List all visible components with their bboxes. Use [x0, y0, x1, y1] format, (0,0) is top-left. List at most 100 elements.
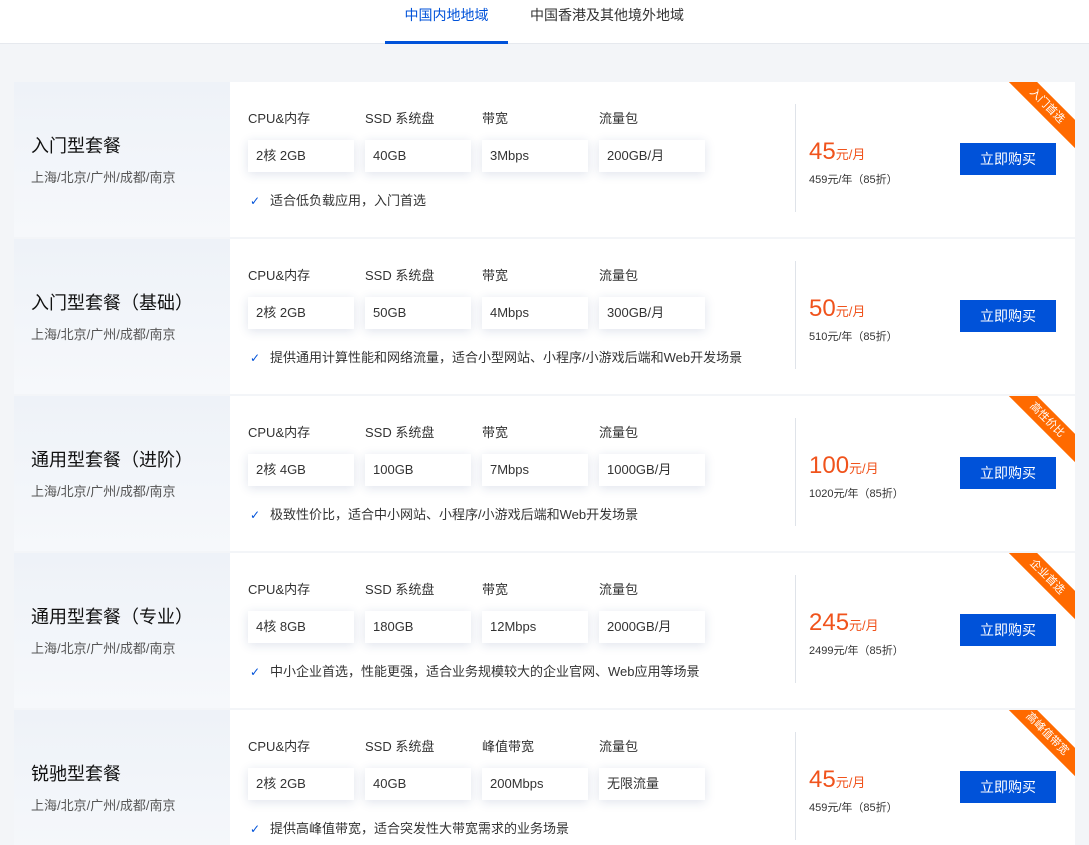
spec-cpu-value: 2核 2GB — [248, 140, 354, 172]
spec-bandwidth-label: 带宽 — [482, 425, 509, 440]
spec-cpu-value: 2核 2GB — [248, 297, 354, 329]
plan-badge: 企业首选 — [1004, 553, 1075, 620]
spec-bandwidth-value: 7Mbps — [482, 454, 588, 486]
plan-header: 入门型套餐 上海/北京/广州/成都/南京 — [14, 82, 230, 237]
spec-bandwidth-label: 带宽 — [482, 582, 509, 597]
plan-name: 锐驰型套餐 — [31, 764, 121, 784]
price-amount: 45 — [809, 138, 836, 165]
buy-now-button[interactable]: 立即购买 — [960, 457, 1056, 489]
spec-traffic-value: 无限流量 — [599, 768, 705, 800]
spec-ssd-value: 40GB — [365, 140, 471, 172]
plan-header: 入门型套餐（基础） 上海/北京/广州/成都/南京 — [14, 239, 230, 394]
monthly-price: 245元/月 — [809, 609, 879, 637]
check-icon: ✓ — [250, 351, 261, 365]
spec-cpu-label: CPU&内存 — [248, 582, 311, 597]
plan-feature-text: 提供通用计算性能和网络流量，适合小型网站、小程序/小游戏后端和Web开发场景 — [270, 350, 743, 365]
buy-now-button[interactable]: 立即购买 — [960, 771, 1056, 803]
plan-feature: ✓ 中小企业首选，性能更强，适合业务规模较大的企业官网、Web应用等场景 — [250, 661, 700, 680]
spec-ssd-label: SSD 系统盘 — [365, 739, 435, 754]
spec-traffic: 流量包 无限流量 — [599, 738, 709, 800]
check-icon: ✓ — [250, 822, 261, 836]
yearly-price: 459元/年（85折） — [809, 174, 898, 186]
spec-ssd: SSD 系统盘 50GB — [365, 267, 475, 329]
spec-traffic-value: 300GB/月 — [599, 297, 705, 329]
plan-feature-text: 适合低负载应用，入门首选 — [270, 193, 427, 208]
spec-traffic-label: 流量包 — [599, 111, 639, 126]
monthly-price: 45元/月 — [809, 766, 865, 794]
spec-traffic-value: 1000GB/月 — [599, 454, 705, 486]
price-divider — [795, 732, 796, 840]
spec-traffic-label: 流量包 — [599, 582, 639, 597]
spec-cpu-label: CPU&内存 — [248, 739, 311, 754]
spec-bandwidth-label: 峰值带宽 — [482, 739, 535, 754]
spec-ssd: SSD 系统盘 40GB — [365, 110, 475, 172]
price-divider — [795, 261, 796, 369]
spec-ssd-value: 100GB — [365, 454, 471, 486]
spec-cpu: CPU&内存 2核 2GB — [248, 738, 358, 800]
check-icon: ✓ — [250, 194, 261, 208]
spec-cpu-label: CPU&内存 — [248, 111, 311, 126]
spec-ssd-value: 50GB — [365, 297, 471, 329]
buy-now-button[interactable]: 立即购买 — [960, 143, 1056, 175]
spec-traffic-value: 2000GB/月 — [599, 611, 705, 643]
plan-badge: 高性价比 — [1004, 396, 1075, 463]
region-tabs: 中国内地地域 中国香港及其他境外地域 — [0, 0, 1089, 44]
spec-cpu-label: CPU&内存 — [248, 425, 311, 440]
monthly-price: 45元/月 — [809, 138, 865, 166]
plan-feature: ✓ 极致性价比，适合中小网站、小程序/小游戏后端和Web开发场景 — [250, 504, 638, 523]
spec-cpu: CPU&内存 2核 2GB — [248, 267, 358, 329]
buy-now-button[interactable]: 立即购买 — [960, 300, 1056, 332]
spec-bandwidth-value: 3Mbps — [482, 140, 588, 172]
active-tab-indicator — [385, 41, 508, 44]
plan-feature-text: 极致性价比，适合中小网站、小程序/小游戏后端和Web开发场景 — [270, 507, 639, 522]
plan-regions: 上海/北京/广州/成都/南京 — [31, 641, 176, 656]
spec-cpu: CPU&内存 4核 8GB — [248, 581, 358, 643]
yearly-price: 1020元/年（85折） — [809, 488, 904, 500]
plan-badge: 高峰值带宽 — [1004, 710, 1075, 777]
tab-mainland-label: 中国内地地域 — [404, 7, 489, 23]
buy-now-button[interactable]: 立即购买 — [960, 614, 1056, 646]
price-divider — [795, 418, 796, 526]
spec-cpu: CPU&内存 2核 4GB — [248, 424, 358, 486]
price-amount: 100 — [809, 452, 850, 479]
plan-feature: ✓ 提供通用计算性能和网络流量，适合小型网站、小程序/小游戏后端和Web开发场景 — [250, 347, 742, 366]
tab-overseas[interactable]: 中国香港及其他境外地域 — [522, 0, 692, 44]
plan-badge: 入门首选 — [1004, 82, 1075, 149]
plan-card: 通用型套餐（进阶） 上海/北京/广州/成都/南京 CPU&内存 2核 4GB S… — [14, 396, 1075, 551]
spec-ssd-label: SSD 系统盘 — [365, 268, 435, 283]
plan-regions: 上海/北京/广州/成都/南京 — [31, 170, 176, 185]
spec-bandwidth-value: 4Mbps — [482, 297, 588, 329]
tab-mainland[interactable]: 中国内地地域 — [385, 0, 508, 44]
plan-name: 入门型套餐（基础） — [31, 293, 193, 313]
spec-traffic-label: 流量包 — [599, 268, 639, 283]
spec-bandwidth: 带宽 12Mbps — [482, 581, 592, 643]
spec-cpu-value: 4核 8GB — [248, 611, 354, 643]
plan-header: 通用型套餐（进阶） 上海/北京/广州/成都/南京 — [14, 396, 230, 551]
price-amount: 45 — [809, 766, 836, 793]
spec-traffic: 流量包 2000GB/月 — [599, 581, 709, 643]
spec-ssd-value: 180GB — [365, 611, 471, 643]
plan-name: 通用型套餐（进阶） — [31, 450, 193, 470]
tab-overseas-label: 中国香港及其他境外地域 — [530, 7, 684, 23]
price-amount: 245 — [809, 609, 850, 636]
spec-ssd-label: SSD 系统盘 — [365, 582, 435, 597]
check-icon: ✓ — [250, 665, 261, 679]
spec-traffic: 流量包 1000GB/月 — [599, 424, 709, 486]
spec-bandwidth: 带宽 4Mbps — [482, 267, 592, 329]
spec-bandwidth: 带宽 3Mbps — [482, 110, 592, 172]
spec-ssd-label: SSD 系统盘 — [365, 425, 435, 440]
price-unit: 元/月 — [849, 618, 879, 633]
spec-ssd: SSD 系统盘 180GB — [365, 581, 475, 643]
spec-ssd-label: SSD 系统盘 — [365, 111, 435, 126]
spec-traffic-value: 200GB/月 — [599, 140, 705, 172]
spec-bandwidth-label: 带宽 — [482, 268, 509, 283]
price-unit: 元/月 — [835, 304, 866, 319]
spec-cpu-value: 2核 2GB — [248, 768, 354, 800]
plan-name: 通用型套餐（专业） — [31, 607, 193, 627]
spec-ssd: SSD 系统盘 40GB — [365, 738, 475, 800]
spec-ssd-value: 40GB — [365, 768, 471, 800]
spec-traffic-label: 流量包 — [599, 425, 639, 440]
spec-ssd: SSD 系统盘 100GB — [365, 424, 475, 486]
plan-header: 通用型套餐（专业） 上海/北京/广州/成都/南京 — [14, 553, 230, 708]
plan-feature: ✓ 适合低负载应用，入门首选 — [250, 190, 426, 209]
